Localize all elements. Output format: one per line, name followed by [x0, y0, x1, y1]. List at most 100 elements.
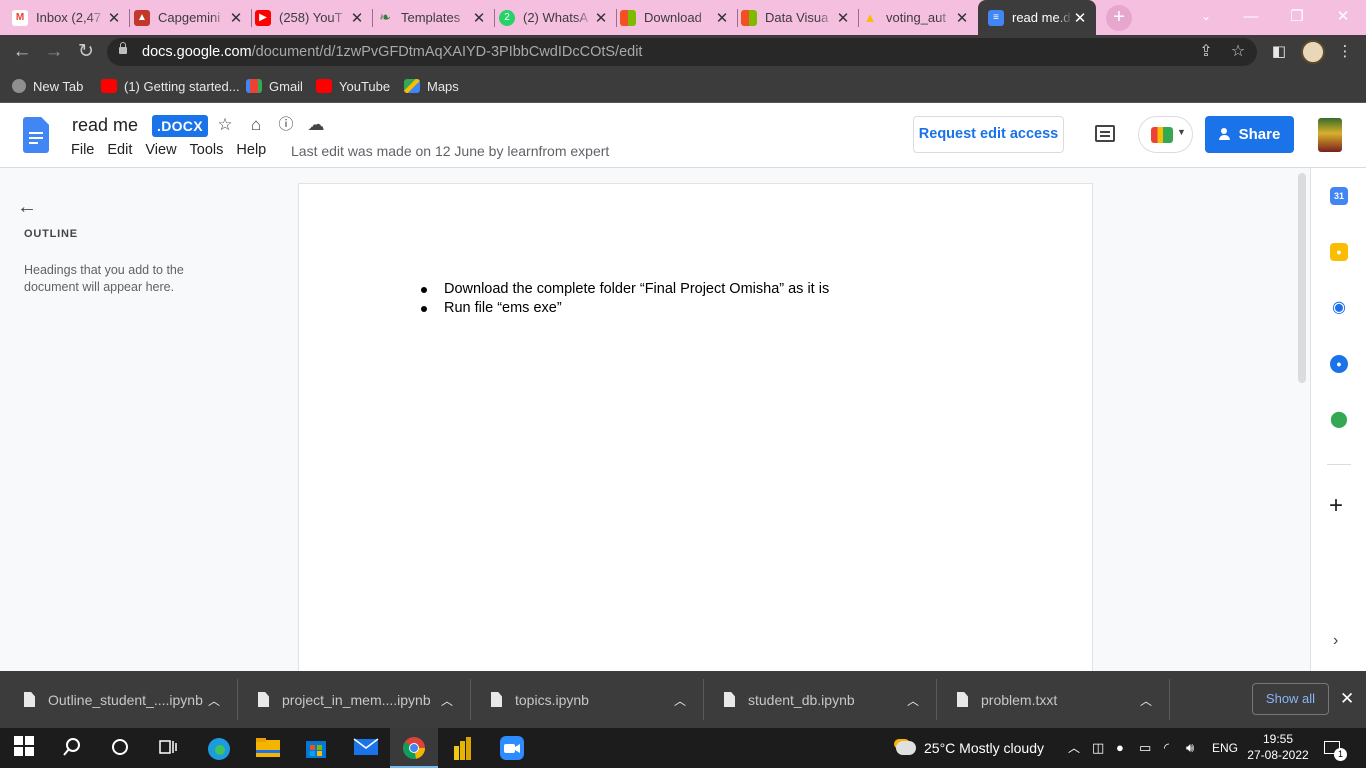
chevron-up-icon[interactable]: ︿ — [1140, 692, 1152, 709]
zoom-icon[interactable] — [500, 736, 524, 760]
star-icon[interactable]: ☆ — [215, 115, 235, 135]
edge-icon[interactable] — [206, 736, 230, 760]
download-item[interactable]: project_in_mem....ipynb ︿ — [258, 671, 468, 728]
menu-file[interactable]: File — [71, 142, 100, 158]
lock-icon[interactable] — [119, 42, 127, 54]
maps-icon[interactable]: ⬤ — [1330, 411, 1348, 429]
bookmark-new-tab[interactable]: New Tab — [12, 77, 83, 95]
scrollbar-thumb[interactable] — [1298, 173, 1306, 383]
tab-youtube[interactable]: ▶ (258) YouT ✕ — [255, 0, 373, 35]
meet-button[interactable]: ▼ — [1138, 116, 1193, 153]
reload-icon[interactable]: ↻ — [74, 40, 98, 64]
account-avatar[interactable] — [1318, 118, 1342, 152]
volume-icon[interactable]: 🔊︎ — [1186, 728, 1194, 768]
mail-icon[interactable] — [353, 736, 379, 760]
close-icon[interactable]: ✕ — [228, 9, 244, 27]
cloud-status-icon[interactable]: ☁ — [306, 115, 326, 135]
search-icon[interactable] — [61, 736, 85, 760]
close-icon[interactable]: ✕ — [1340, 689, 1354, 709]
chevron-right-icon[interactable]: › — [1333, 632, 1338, 650]
power-bi-icon[interactable] — [451, 736, 475, 760]
list-item[interactable]: Download the complete folder “Final Proj… — [419, 280, 829, 299]
bookmark-maps[interactable]: Maps — [404, 77, 459, 95]
tab-whatsapp[interactable]: 2 (2) WhatsA ✕ — [499, 0, 617, 35]
tab-download[interactable]: Download ✕ — [620, 0, 738, 35]
weather-widget[interactable]: 25°C Mostly cloudy — [896, 728, 1044, 768]
url-text[interactable]: docs.google.com/document/d/1zwPvGFDtmAqX… — [142, 44, 642, 60]
close-icon[interactable]: ✕ — [106, 9, 122, 27]
language-indicator[interactable]: ENG — [1212, 728, 1238, 768]
info-icon[interactable]: ⓘ — [276, 115, 296, 135]
tab-read-me[interactable]: ≡ read me.d ✕ — [978, 0, 1096, 35]
document-page[interactable]: Download the complete folder “Final Proj… — [298, 183, 1093, 683]
microphone-icon[interactable]: ● — [1116, 728, 1124, 768]
docs-logo-icon[interactable] — [23, 117, 49, 153]
side-panel-icon[interactable]: ◧ — [1270, 43, 1288, 61]
task-view-icon[interactable] — [157, 736, 181, 760]
clock[interactable]: 19:55 27-08-2022 — [1247, 731, 1309, 763]
chrome-taskbar-icon[interactable] — [390, 728, 438, 768]
close-icon[interactable]: ✕ — [714, 9, 730, 27]
last-edit-link[interactable]: Last edit was made on 12 June by learnfr… — [291, 143, 609, 159]
address-bar[interactable]: docs.google.com/document/d/1zwPvGFDtmAqX… — [107, 38, 1257, 66]
close-icon[interactable]: ✕ — [471, 9, 487, 27]
bookmark-youtube[interactable]: YouTube — [316, 77, 390, 95]
share-button[interactable]: Share — [1205, 116, 1294, 153]
new-tab-button[interactable]: + — [1106, 5, 1132, 31]
move-to-drive-icon[interactable]: ⌂ — [246, 115, 266, 135]
menu-tools[interactable]: Tools — [190, 142, 230, 158]
file-explorer-icon[interactable] — [255, 736, 280, 760]
windows-start-icon[interactable] — [14, 736, 38, 760]
notification-center-icon[interactable]: 1 — [1324, 728, 1347, 768]
chevron-up-icon[interactable]: ︿ — [441, 692, 453, 709]
tab-data-visualization[interactable]: Data Visua ✕ — [741, 0, 859, 35]
document-title[interactable]: read me — [72, 115, 138, 136]
back-icon[interactable]: ← — [10, 40, 34, 64]
download-item[interactable]: problem.txxt ︿ — [957, 671, 1167, 728]
close-icon[interactable]: ✕ — [835, 9, 851, 27]
tab-capgemini[interactable]: ▲ Capgemini ✕ — [134, 0, 252, 35]
chevron-up-icon[interactable]: ︿ — [907, 692, 919, 709]
bookmark-gmail[interactable]: Gmail — [246, 77, 303, 95]
chevron-up-icon[interactable]: ︿ — [208, 692, 220, 709]
tab-gmail[interactable]: M Inbox (2,47 ✕ — [12, 0, 130, 35]
close-icon[interactable]: ✕ — [593, 9, 609, 27]
maximize-button[interactable]: ❐ — [1274, 0, 1320, 35]
minimize-button[interactable]: — — [1228, 0, 1274, 35]
share-page-icon[interactable]: ⇪ — [1197, 43, 1215, 61]
download-item[interactable]: Outline_student_....ipynb ︿ — [24, 671, 234, 728]
close-window-button[interactable]: ✕ — [1320, 0, 1366, 35]
forward-icon[interactable]: → — [42, 40, 66, 64]
keep-icon[interactable]: ● — [1330, 243, 1348, 261]
tab-templates[interactable]: ❧ Templates ✕ — [377, 0, 495, 35]
menu-edit[interactable]: Edit — [107, 142, 138, 158]
store-icon[interactable] — [304, 736, 328, 760]
menu-help[interactable]: Help — [236, 142, 272, 158]
tasks-icon[interactable]: ◉ — [1330, 299, 1348, 317]
request-edit-access-button[interactable]: Request edit access — [913, 116, 1064, 153]
calendar-icon[interactable]: 31 — [1330, 187, 1348, 205]
tab-search-icon[interactable]: ⌄ — [1183, 0, 1229, 35]
wifi-icon[interactable]: ◜ — [1164, 728, 1169, 768]
close-icon[interactable]: ✕ — [954, 9, 970, 27]
get-addons-icon[interactable]: + — [1329, 494, 1343, 518]
battery-icon[interactable]: ▭ — [1139, 728, 1151, 768]
close-icon[interactable]: ✕ — [1072, 9, 1088, 27]
download-item[interactable]: student_db.ipynb ︿ — [724, 671, 934, 728]
menu-dots-icon[interactable]: ⋮ — [1336, 43, 1354, 61]
show-all-button[interactable]: Show all — [1252, 683, 1329, 715]
menu-view[interactable]: View — [145, 142, 182, 158]
close-icon[interactable]: ✕ — [349, 9, 365, 27]
comment-history-icon[interactable] — [1095, 125, 1115, 142]
profile-avatar[interactable] — [1301, 40, 1325, 64]
tab-voting[interactable]: ▲ voting_aut ✕ — [862, 0, 978, 35]
show-hidden-icons[interactable]: ︿ — [1068, 728, 1080, 768]
bookmark-star-icon[interactable]: ☆ — [1229, 43, 1247, 61]
bookmark-getting-started[interactable]: (1) Getting started... — [101, 77, 240, 95]
back-arrow-icon[interactable]: ← — [17, 196, 37, 219]
list-item[interactable]: Run file “ems exe” — [419, 299, 829, 318]
tray-app-icon[interactable]: ◫ — [1092, 728, 1104, 768]
cortana-icon[interactable] — [109, 736, 133, 760]
chevron-up-icon[interactable]: ︿ — [674, 692, 686, 709]
contacts-icon[interactable]: ● — [1330, 355, 1348, 373]
